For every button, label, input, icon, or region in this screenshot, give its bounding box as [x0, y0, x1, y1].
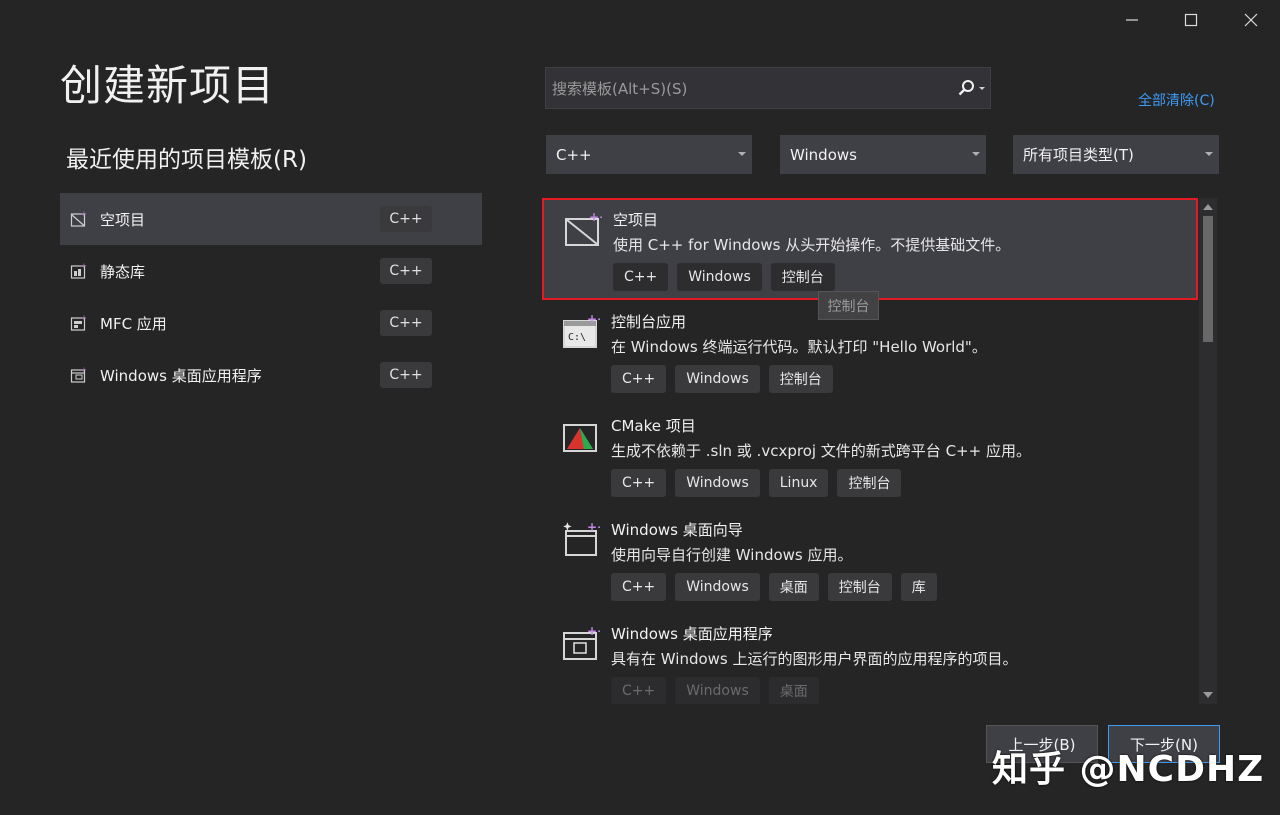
template-tag: 控制台: [770, 263, 835, 291]
template-tag: C++: [611, 469, 667, 497]
static-library-icon: +: [70, 262, 87, 279]
template-cmake-project[interactable]: CMake 项目 生成不依赖于 .sln 或 .vcxproj 文件的新式跨平台…: [542, 406, 1198, 508]
template-empty-project[interactable]: ++ 空项目 使用 C++ for Windows 从头开始操作。不提供基础文件…: [542, 198, 1198, 300]
search-input[interactable]: [546, 68, 954, 110]
template-name: CMake 项目: [611, 417, 696, 435]
svg-text:+: +: [81, 210, 87, 218]
maximize-button[interactable]: [1171, 6, 1211, 34]
mfc-app-icon: +: [70, 314, 87, 331]
svg-text:+: +: [81, 366, 87, 374]
template-desktop-app[interactable]: ++ Windows 桌面应用程序 具有在 Windows 上运行的图形用户界面…: [542, 614, 1198, 704]
scroll-down-icon[interactable]: [1203, 692, 1213, 698]
recent-item-mfc-app[interactable]: + MFC 应用 C++: [60, 297, 482, 349]
svg-text:++: ++: [587, 624, 600, 638]
template-tag: Windows: [675, 469, 760, 497]
minimize-icon: [1126, 19, 1138, 21]
chevron-down-icon: [972, 152, 980, 156]
desktop-app-icon: +: [70, 366, 87, 383]
platform-filter[interactable]: Windows: [780, 135, 986, 174]
maximize-icon: [1184, 13, 1198, 27]
template-tag: 控制台: [768, 365, 833, 393]
template-tag: Windows: [675, 677, 760, 704]
template-description: 使用向导自行创建 Windows 应用。: [611, 546, 853, 564]
clear-all-link[interactable]: 全部清除(C): [1138, 90, 1215, 110]
template-tag: C++: [611, 677, 667, 704]
search-box: [545, 67, 991, 110]
svg-text:+: +: [81, 262, 87, 270]
template-description: 使用 C++ for Windows 从头开始操作。不提供基础文件。: [613, 236, 1011, 254]
minimize-button[interactable]: [1112, 6, 1152, 34]
template-name: 控制台应用: [611, 313, 687, 331]
svg-text:C:\: C:\: [568, 332, 586, 343]
template-tag: C++: [613, 263, 669, 291]
template-tag: 控制台: [827, 573, 892, 601]
recent-item-label: 静态库: [100, 262, 146, 281]
console-app-icon: C:\ ++: [563, 312, 600, 348]
template-tag: 控制台: [837, 469, 902, 497]
close-icon: [1244, 13, 1258, 27]
desktop-wizard-icon: ++: [563, 520, 600, 556]
desktop-app-icon: ++: [563, 624, 600, 660]
template-tag: Windows: [675, 365, 760, 393]
template-desktop-wizard[interactable]: ++ Windows 桌面向导 使用向导自行创建 Windows 应用。 C++…: [542, 510, 1198, 612]
recent-item-label: 空项目: [100, 210, 146, 229]
close-button[interactable]: [1231, 6, 1271, 34]
recent-item-desktop-app[interactable]: + Windows 桌面应用程序 C++: [60, 349, 482, 401]
template-tag: C++: [611, 573, 667, 601]
recent-item-tag: C++: [380, 206, 432, 232]
recent-templates-heading: 最近使用的项目模板(R): [66, 147, 307, 173]
template-tag: Windows: [677, 263, 762, 291]
platform-filter-value: Windows: [790, 145, 857, 164]
tag-tooltip: 控制台: [818, 291, 879, 320]
template-tag: 库: [900, 573, 937, 601]
project-type-filter-value: 所有项目类型(T): [1023, 146, 1134, 164]
template-tag: 桌面: [768, 573, 819, 601]
template-description: 在 Windows 终端运行代码。默认打印 "Hello World"。: [611, 338, 987, 356]
svg-text:+: +: [81, 314, 87, 322]
recent-item-label: Windows 桌面应用程序: [100, 366, 262, 385]
template-tag: Linux: [768, 469, 829, 497]
scrollbar-thumb[interactable]: [1203, 216, 1213, 342]
page-title: 创建新项目: [60, 61, 276, 110]
language-filter-value: C++: [556, 145, 592, 164]
empty-project-icon: ++: [565, 210, 602, 246]
chevron-down-icon: [1205, 152, 1213, 156]
svg-text:++: ++: [587, 312, 600, 326]
language-filter[interactable]: C++: [546, 135, 752, 174]
template-name: Windows 桌面向导: [611, 521, 743, 539]
recent-item-label: MFC 应用: [100, 314, 167, 333]
recent-item-empty-project[interactable]: + 空项目 C++: [60, 193, 482, 245]
recent-item-static-library[interactable]: + 静态库 C++: [60, 245, 482, 297]
template-description: 具有在 Windows 上运行的图形用户界面的应用程序的项目。: [611, 650, 1018, 668]
template-tag: 桌面: [768, 677, 819, 704]
cmake-icon: [563, 424, 597, 452]
chevron-down-icon: [738, 152, 746, 156]
recent-item-tag: C++: [380, 310, 432, 336]
next-button[interactable]: 下一步(N): [1108, 725, 1220, 763]
recent-item-tag: C++: [380, 362, 432, 388]
svg-text:++: ++: [589, 210, 602, 224]
template-tag: C++: [611, 365, 667, 393]
template-name: 空项目: [613, 211, 659, 229]
project-type-filter[interactable]: 所有项目类型(T): [1013, 135, 1219, 174]
back-button[interactable]: 上一步(B): [986, 725, 1098, 763]
search-icon[interactable]: [956, 79, 990, 97]
template-tag: Windows: [675, 573, 760, 601]
template-description: 生成不依赖于 .sln 或 .vcxproj 文件的新式跨平台 C++ 应用。: [611, 442, 1031, 460]
scroll-up-icon[interactable]: [1203, 204, 1213, 210]
svg-text:++: ++: [587, 520, 600, 534]
template-list-scrollbar[interactable]: [1199, 198, 1217, 704]
empty-project-icon: +: [70, 210, 87, 227]
template-name: Windows 桌面应用程序: [611, 625, 773, 643]
recent-item-tag: C++: [380, 258, 432, 284]
